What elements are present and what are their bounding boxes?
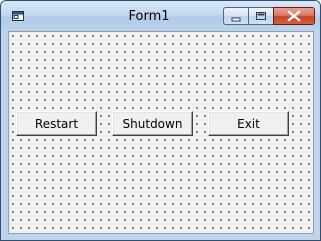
shutdown-button[interactable]: Shutdown [112,111,193,136]
close-icon [287,10,301,22]
form1-window: Form1 Restart Shutdown Exit [0,0,321,241]
exit-button[interactable]: Exit [208,111,289,136]
close-button[interactable] [273,7,315,25]
minimize-icon [231,17,241,22]
maximize-button[interactable] [248,7,274,25]
form-client-area: Restart Shutdown Exit [8,31,314,234]
restart-button[interactable]: Restart [16,111,97,136]
maximize-icon [256,12,266,20]
title-bar[interactable]: Form1 [1,1,320,31]
minimize-button[interactable] [223,7,249,25]
